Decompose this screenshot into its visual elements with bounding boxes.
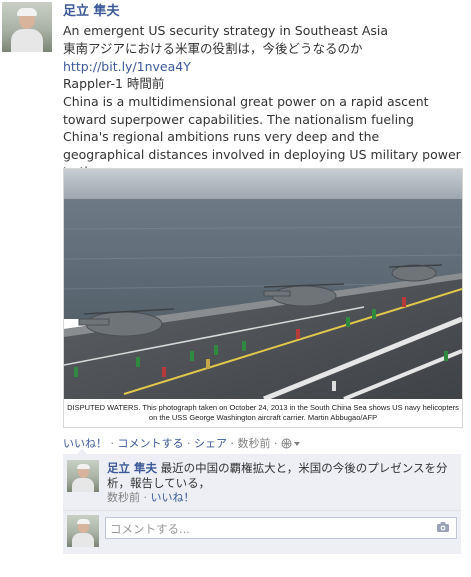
avatar-figure-body — [72, 478, 94, 492]
post-author-name[interactable]: 足立 隼夫 — [63, 3, 120, 21]
share-link[interactable]: シェア — [194, 437, 227, 450]
comments-section: 足立 隼夫 最近の中国の覇権拡大と，米国の今後のプレゼンスを分析，報告している，… — [63, 449, 461, 554]
separator: · — [227, 437, 238, 450]
chevron-down-icon — [294, 442, 300, 446]
camera-icon[interactable] — [436, 521, 450, 533]
comment-input-box[interactable] — [105, 517, 457, 539]
link-source-time: Rappler-1 時間前 — [63, 76, 165, 91]
comment-link[interactable]: コメントする — [118, 437, 184, 450]
comment-body: 足立 隼夫 最近の中国の覇権拡大と，米国の今後のプレゼンスを分析，報告している， — [107, 461, 453, 491]
carrier-deck-image — [64, 169, 462, 399]
avatar-figure-cap — [77, 519, 90, 524]
privacy-selector[interactable] — [281, 438, 301, 453]
comment-author[interactable]: 足立 隼夫 — [107, 461, 157, 475]
separator: · — [270, 437, 281, 450]
avatar-figure-cap — [77, 464, 90, 469]
separator: · — [183, 437, 194, 450]
comment-timestamp[interactable]: 数秒前 — [107, 491, 140, 504]
separator: · — [107, 437, 118, 450]
commenter-avatar[interactable] — [67, 460, 99, 492]
comments-pointer — [77, 449, 87, 454]
comments-divider — [63, 510, 461, 511]
comment-meta: 数秒前 · いいね！ — [107, 491, 195, 505]
avatar-figure-cap — [17, 8, 37, 16]
comment-text: 最近の中国の覇権拡大と，米国の今後のプレゼンスを分析，報告している， — [107, 461, 448, 490]
comment-like-link[interactable]: いいね！ — [151, 491, 195, 504]
author-avatar[interactable] — [2, 2, 52, 52]
globe-icon — [281, 438, 292, 449]
photo-caption: DISPUTED WATERS. This photograph taken o… — [67, 403, 459, 422]
post-actions: いいね！ · コメントする · シェア · 数秒前 · — [63, 437, 301, 453]
avatar-figure-body — [11, 29, 43, 52]
post-timestamp[interactable]: 数秒前 — [238, 437, 271, 450]
comment-input[interactable] — [106, 520, 430, 538]
link-title-ja: 東南アジアにおける米軍の役割は，今後どうなるのか — [63, 41, 363, 56]
current-user-avatar[interactable] — [67, 515, 99, 547]
link-photo[interactable]: DISPUTED WATERS. This photograph taken o… — [63, 168, 463, 428]
avatar-figure-body — [72, 533, 94, 547]
separator: · — [140, 491, 151, 504]
post-link-url[interactable]: http://bit.ly/1nvea4Y — [63, 58, 191, 76]
link-title-en[interactable]: An emergent US security strategy in Sout… — [63, 22, 388, 40]
